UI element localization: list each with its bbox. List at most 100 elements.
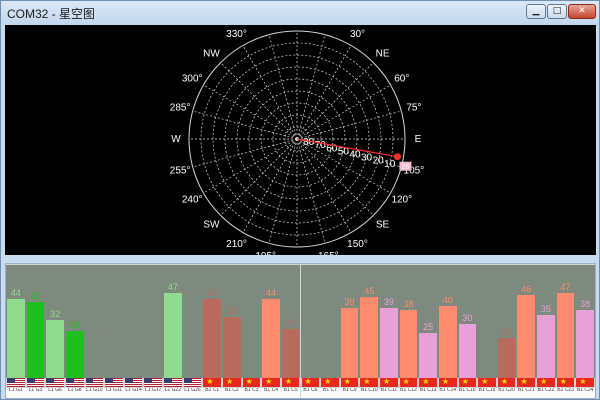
azimuth-label: 60°	[394, 74, 409, 85]
snr-bar	[65, 331, 84, 378]
us-flag-icon	[183, 378, 202, 387]
snr-value-label: 20	[89, 331, 100, 341]
snr-bar	[340, 307, 359, 378]
snr-bar	[556, 293, 575, 378]
china-flag-icon: ★	[478, 377, 496, 387]
china-flag-icon: ★	[438, 377, 457, 387]
satellite-column: 30 ★ B1 C16	[457, 265, 478, 398]
snr-value-label: 24	[305, 323, 316, 334]
snr-value-label: 34	[148, 305, 159, 316]
close-button[interactable]: ✕	[568, 4, 596, 19]
us-flag-icon	[65, 378, 84, 387]
us-flag-icon	[85, 378, 104, 387]
china-flag-icon: ★	[321, 377, 339, 387]
satellite-id-label: B1 C22	[536, 388, 556, 398]
satellite-column: 40 ★ B1 C14	[437, 265, 458, 398]
satellite-id-label: L1 G8	[64, 388, 85, 398]
satellite-id-label: B1 C7	[320, 388, 340, 398]
china-flag-icon: ★	[242, 377, 261, 387]
satellite-id-label: L1 G26	[182, 388, 203, 398]
snr-bar	[164, 293, 182, 378]
azimuth-spoke	[268, 138, 298, 244]
snr-value-label: 39	[383, 296, 394, 307]
china-flag-icon: ★	[458, 377, 477, 387]
snr-bar	[438, 306, 457, 378]
satellite-id-label: B1 C16	[457, 388, 478, 398]
elevation-label: 40	[349, 150, 361, 161]
china-flag-icon: ★	[222, 377, 241, 387]
azimuth-label: 210°	[226, 239, 247, 250]
snr-value-label: 44	[10, 287, 21, 298]
snr-value-label: 26	[69, 320, 80, 331]
elevation-label: 80	[303, 137, 315, 148]
snr-value-label: 44	[266, 287, 277, 298]
snr-bar-chart: 44 L1 G1 42 L1 G3 32 L1 G6 26 L1 G8 20 L1 G10 25 L1…	[5, 263, 596, 399]
snr-bar	[183, 298, 202, 378]
satellite-column: ★ B1 C7	[320, 265, 340, 398]
azimuth-spoke	[220, 138, 298, 216]
azimuth-label: 255°	[170, 165, 191, 176]
azimuth-spoke	[296, 138, 326, 244]
china-flag-icon: ★	[517, 377, 536, 387]
china-flag-icon: ★	[399, 377, 418, 387]
snr-value-label: 25	[108, 322, 119, 332]
panel-splitter[interactable]	[1, 255, 599, 263]
azimuth-label: 150°	[347, 239, 368, 250]
snr-value-label: 25	[423, 322, 434, 332]
china-flag-icon: ★	[262, 377, 280, 387]
snr-bar	[203, 298, 221, 378]
satellite-id-label: L1 G11	[104, 388, 124, 398]
azimuth-label: 75°	[406, 103, 421, 114]
satellite-id-label: B1 C9	[339, 388, 360, 398]
satellite-id-label: B1 C5	[280, 388, 301, 398]
satellite-column: ★ B1 C3	[241, 265, 262, 398]
china-flag-icon: ★	[556, 377, 575, 387]
azimuth-label: 345°	[255, 25, 276, 28]
snr-bar	[222, 316, 241, 378]
snr-value-label: 40	[442, 295, 453, 305]
snr-value-label: 35	[540, 304, 551, 314]
snr-bar	[360, 297, 379, 378]
azimuth-label: 330°	[226, 29, 247, 40]
satellite-id-label: L1 G6	[45, 388, 65, 398]
minimize-button[interactable]: ▁	[526, 4, 546, 19]
app-window: COM32 - 星空图 ▁ □ ✕ W285°300°NW330°345°0°1…	[0, 0, 600, 400]
satellite-column: 22 ★ B1 C20	[496, 265, 517, 398]
azimuth-spoke	[192, 110, 298, 140]
satellite-column: 44 ★ B1 C1	[202, 265, 222, 398]
satellite-column: 25 ★ B1 C13	[418, 265, 438, 398]
sky-plot-panel: W285°300°NW330°345°0°15°30°NE60°75°E105°…	[5, 25, 596, 255]
snr-value-label: 27	[128, 318, 139, 329]
satellite-id-label: L1 G10	[84, 388, 105, 398]
satellite-id-label: B1 C24	[575, 388, 595, 398]
satellite-column: 34 L1 G17	[143, 265, 164, 398]
title-bar[interactable]: COM32 - 星空图 ▁ □ ✕	[1, 1, 599, 25]
us-flag-icon	[164, 378, 182, 387]
column-background	[241, 265, 262, 378]
us-flag-icon	[144, 378, 163, 387]
satellite-label: 26	[402, 164, 410, 171]
snr-bar	[517, 295, 536, 378]
satellite-id-label: B1 C19	[477, 388, 497, 398]
us-flag-icon	[124, 378, 143, 387]
azimuth-label: 30°	[350, 29, 365, 40]
snr-bar	[497, 338, 516, 378]
snr-bar	[262, 298, 280, 378]
satellite-id-label: B1 C3	[241, 388, 262, 398]
maximize-button[interactable]: □	[547, 4, 567, 19]
elevation-label: 30	[361, 153, 373, 164]
satellite-id-label: B1 C14	[437, 388, 458, 398]
azimuth-label: 240°	[182, 195, 203, 206]
satellite-id-label: B1 C12	[398, 388, 419, 398]
satellite-column: 34 ★ B1 C2	[221, 265, 242, 398]
snr-bar	[380, 307, 398, 378]
satellite-column: 46 ★ B1 C21	[516, 265, 537, 398]
satellite-column: 24 ★ B1 C6	[300, 265, 321, 398]
china-flag-icon: ★	[576, 377, 594, 387]
sky-plot: W285°300°NW330°345°0°15°30°NE60°75°E105°…	[170, 25, 424, 255]
satellite-id-label: L1 G14	[123, 388, 144, 398]
satellite-id-label: B1 C21	[516, 388, 537, 398]
china-flag-icon: ★	[537, 377, 555, 387]
azimuth-label: SW	[203, 220, 220, 231]
azimuth-spoke	[296, 45, 352, 140]
